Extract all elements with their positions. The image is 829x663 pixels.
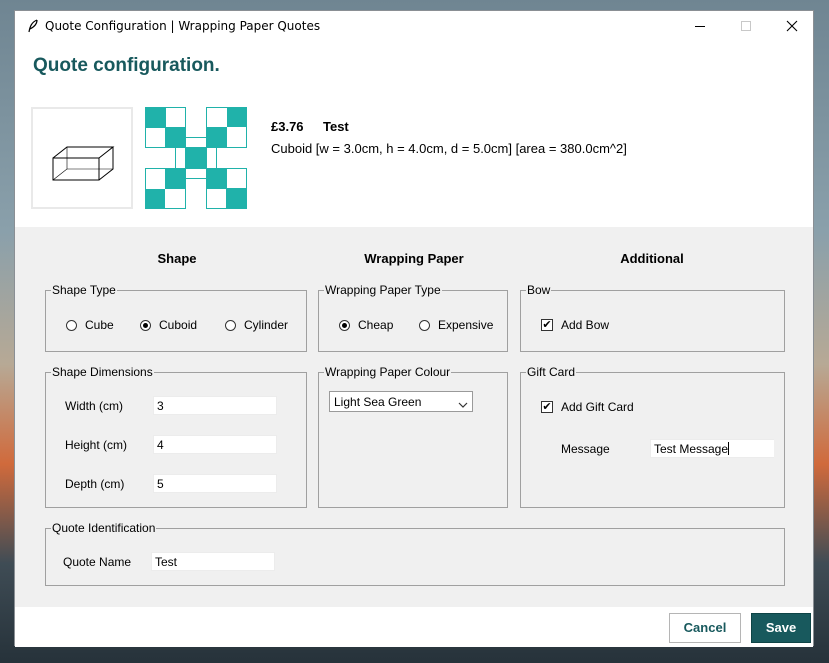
title-bar[interactable]: Quote Configuration | Wrapping Paper Quo… <box>15 11 813 41</box>
radio-indicator <box>66 319 77 331</box>
dialog-footer: Cancel Save <box>15 607 813 647</box>
paper-colour-legend: Wrapping Paper Colour <box>324 365 452 379</box>
gift-card-legend: Gift Card <box>526 365 577 379</box>
quote-identification-group: Quote Identification Quote Name Test <box>45 521 785 586</box>
radio-indicator <box>339 319 350 331</box>
paper-type-group: Wrapping Paper Type Cheap Expensive <box>318 283 508 352</box>
paper-type-legend: Wrapping Paper Type <box>324 283 442 297</box>
paper-colour-value: Light Sea Green <box>334 395 422 409</box>
maximize-button[interactable] <box>723 11 769 41</box>
radio-indicator <box>419 319 430 331</box>
depth-input[interactable]: 5 <box>153 474 277 493</box>
height-label: Height (cm) <box>65 438 128 452</box>
column-heading-shape: Shape <box>157 251 197 266</box>
feather-icon <box>27 18 39 37</box>
window-title: Quote Configuration | Wrapping Paper Quo… <box>45 19 321 33</box>
radio-label-expensive: Expensive <box>438 318 494 332</box>
add-bow-label: Add Bow <box>561 318 610 332</box>
close-icon <box>769 20 815 45</box>
add-bow-checkbox[interactable]: ✔ Add Bow <box>541 318 609 332</box>
height-input[interactable]: 4 <box>153 435 277 454</box>
checkmark-icon: ✔ <box>541 401 553 413</box>
configuration-panel: Shape Wrapping Paper Additional Shape Ty… <box>15 227 813 607</box>
message-value: Test Message <box>654 442 729 456</box>
quote-description: Cuboid [w = 3.0cm, h = 4.0cm, d = 5.0cm]… <box>271 141 627 156</box>
minimize-button[interactable] <box>677 11 723 41</box>
radio-label-cuboid: Cuboid <box>159 318 198 332</box>
gift-card-group: Gift Card ✔ Add Gift Card Message Test M… <box>520 365 785 508</box>
pattern-icon <box>145 107 247 209</box>
checkmark-icon: ✔ <box>541 319 553 331</box>
quote-name-display: Test <box>323 119 349 134</box>
shape-type-legend: Shape Type <box>51 283 117 297</box>
paper-pattern-preview <box>145 107 247 209</box>
radio-label-cylinder: Cylinder <box>244 318 289 332</box>
cuboid-icon <box>52 146 115 181</box>
depth-label: Depth (cm) <box>65 477 125 491</box>
quote-name-label: Quote Name <box>63 555 132 569</box>
message-label: Message <box>561 442 610 456</box>
shape-dimensions-group: Shape Dimensions Width (cm) 3 Height (cm… <box>45 365 307 508</box>
width-input[interactable]: 3 <box>153 396 277 415</box>
quote-identification-legend: Quote Identification <box>51 521 157 535</box>
bow-legend: Bow <box>526 283 552 297</box>
quote-name-input[interactable]: Test <box>151 552 275 571</box>
message-input[interactable]: Test Message <box>650 439 774 458</box>
radio-cylinder[interactable]: Cylinder <box>225 318 288 332</box>
shape-type-group: Shape Type Cube Cuboid Cylinder <box>45 283 307 352</box>
text-cursor <box>728 442 730 455</box>
column-heading-wrapping-paper: Wrapping Paper <box>364 251 464 266</box>
radio-cube[interactable]: Cube <box>66 318 114 332</box>
radio-label-cheap: Cheap <box>358 318 394 332</box>
radio-label-cube: Cube <box>85 318 114 332</box>
radio-expensive[interactable]: Expensive <box>419 318 493 332</box>
quote-price: £3.76 <box>271 119 304 134</box>
paper-colour-select[interactable]: Light Sea Green <box>329 391 473 412</box>
column-heading-additional: Additional <box>620 251 684 266</box>
quote-configuration-window: Quote Configuration | Wrapping Paper Quo… <box>14 10 814 647</box>
width-label: Width (cm) <box>65 399 123 413</box>
maximize-icon <box>723 21 769 45</box>
close-button[interactable] <box>769 11 815 41</box>
radio-cuboid[interactable]: Cuboid <box>140 318 197 332</box>
radio-cheap[interactable]: Cheap <box>339 318 393 332</box>
page-title: Quote configuration. <box>33 55 220 76</box>
save-button[interactable]: Save <box>751 613 811 643</box>
paper-colour-group: Wrapping Paper Colour Light Sea Green <box>318 365 508 508</box>
radio-indicator <box>225 319 236 331</box>
shape-preview <box>31 107 133 209</box>
shape-dimensions-legend: Shape Dimensions <box>51 365 154 379</box>
cancel-button[interactable]: Cancel <box>669 613 741 643</box>
add-gift-card-label: Add Gift Card <box>561 400 634 414</box>
minimize-icon <box>677 26 723 45</box>
radio-indicator <box>140 319 151 331</box>
chevron-down-icon <box>458 398 468 412</box>
bow-group: Bow ✔ Add Bow <box>520 283 785 352</box>
add-gift-card-checkbox[interactable]: ✔ Add Gift Card <box>541 400 634 414</box>
